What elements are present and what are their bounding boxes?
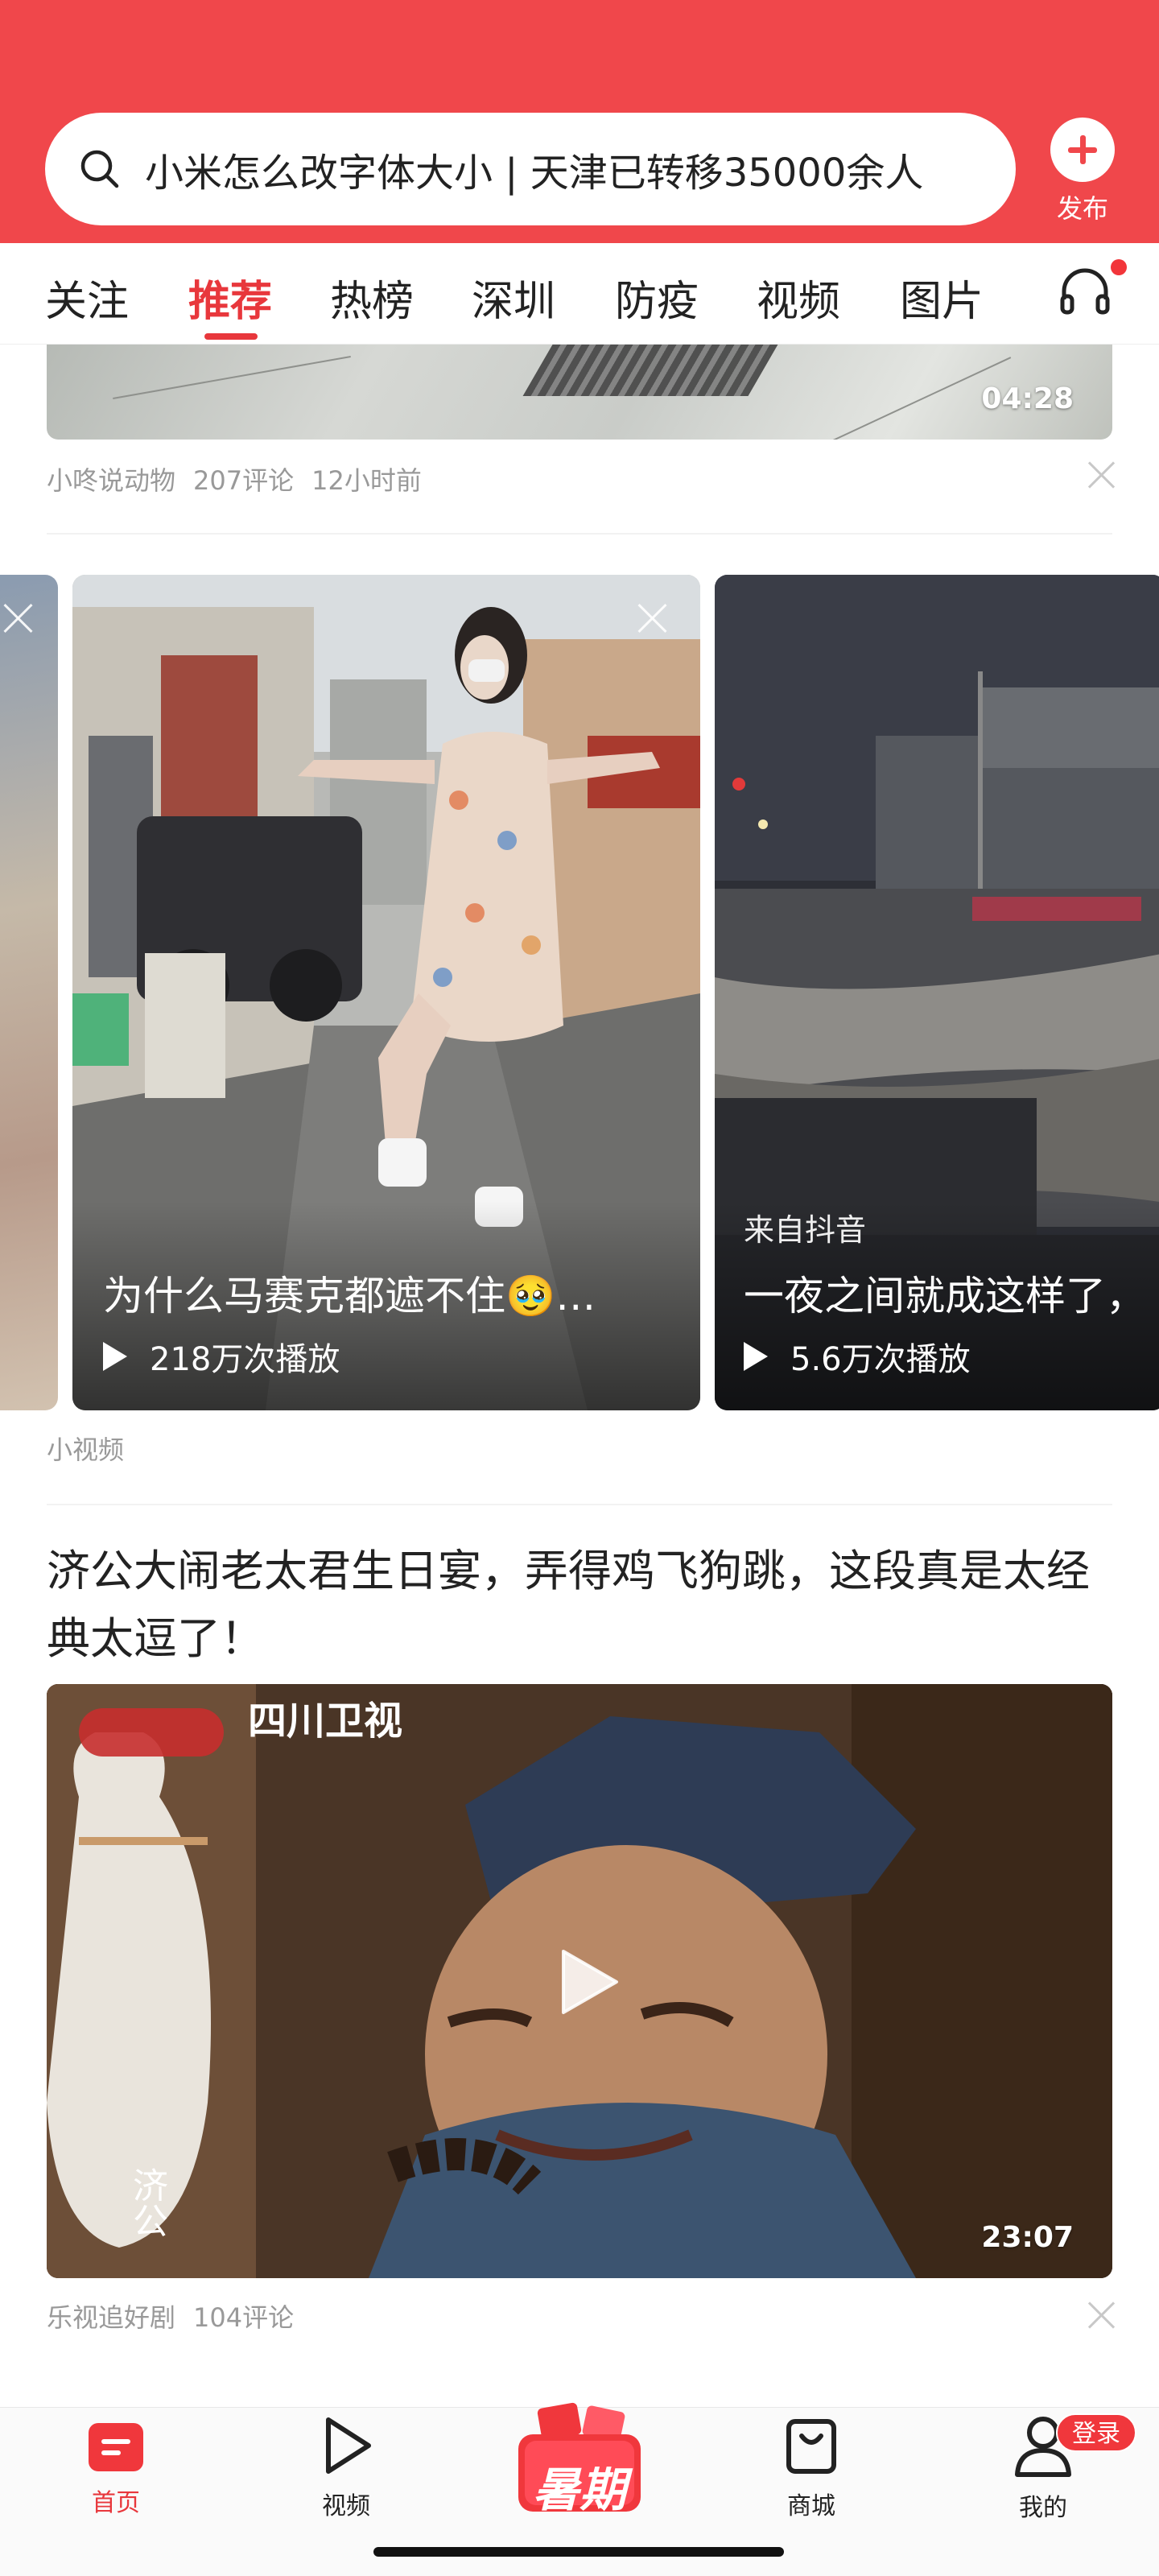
video-caption: 济公 [126,2167,167,2238]
video-duration: 04:28 [981,382,1074,415]
play-icon[interactable] [547,1943,625,2021]
small-video-card[interactable]: 为什么马赛克都遮不住🥹… 218万次播放 [72,575,700,1410]
plus-icon [1050,118,1115,182]
play-icon [326,2417,371,2474]
video-meta: 小咚说动物 207评论 12小时前 [47,460,439,497]
channel-tabs: 关注 推荐 热榜 深圳 防疫 视频 图片 [0,243,1159,345]
nav-mall[interactable]: 商城 [755,2412,868,2521]
small-video-title: 一夜之间就成这样了， [744,1273,1146,1319]
notification-dot [1111,259,1127,275]
drain-grate [522,345,778,396]
divider [47,1504,1112,1505]
comment-count: 207评论 [193,465,295,496]
dismiss-icon[interactable] [1085,459,1117,491]
nav-label: 商城 [787,2492,835,2520]
source-name: 小咚说动物 [47,465,176,496]
nav-label: 视频 [322,2492,370,2520]
play-icon [744,1342,768,1371]
login-badge[interactable]: 登录 [1056,2413,1136,2452]
dismiss-icon[interactable] [1085,2299,1117,2331]
section-label: 小视频 [47,1435,125,1465]
tab-pictures[interactable]: 图片 [900,267,984,328]
tab-epidemic[interactable]: 防疫 [615,267,699,328]
comment-count: 104评论 [193,2302,295,2333]
shopping-bag-icon [786,2419,836,2474]
headphone-icon[interactable] [1056,262,1114,320]
video-meta: 乐视追好剧 104评论 [47,2297,311,2334]
summer-promo-label: 暑期 [532,2462,626,2517]
publish-label: 发布 [1056,193,1108,224]
home-indicator[interactable] [373,2547,784,2557]
search-query: 小米怎么改字体大小 | 天津已转移35000余人 [145,151,924,196]
tv-watermark: 四川卫视 [248,1699,403,1744]
play-icon [103,1342,127,1371]
publish-time: 12小时前 [311,465,422,496]
nav-video[interactable]: 视频 [290,2412,402,2521]
tab-hot[interactable]: 热榜 [330,267,414,328]
nav-summer-promo[interactable]: 暑期 [507,2402,652,2526]
small-video-card[interactable]: 来自抖音 一夜之间就成这样了， 5.6万次播放 [715,575,1159,1410]
play-count-text: 5.6万次播放 [790,1341,971,1378]
publish-button[interactable]: 发布 [1046,118,1119,225]
active-tab-indicator [204,333,258,340]
tab-video[interactable]: 视频 [757,267,840,328]
close-icon[interactable] [2,602,34,634]
home-icon [89,2423,143,2471]
search-icon [80,150,119,188]
tab-recommend[interactable]: 推荐 [188,267,272,328]
tab-shenzhen[interactable]: 深圳 [472,267,555,328]
play-count: 5.6万次播放 [744,1333,971,1380]
video-thumbnail[interactable]: 四川卫视 济公 23:07 [47,1684,1112,2278]
nav-home[interactable]: 首页 [60,2412,172,2518]
play-count: 218万次播放 [103,1333,340,1380]
tab-follow[interactable]: 关注 [45,267,129,328]
source-name: 乐视追好剧 [47,2302,176,2333]
nav-label: 我的 [1019,2494,1067,2522]
video-thumbnail[interactable]: 04:28 [47,345,1112,440]
close-icon[interactable] [636,602,668,634]
article-title[interactable]: 济公大闹老太君生日宴，弄得鸡飞狗跳，这段真是太经典太逗了！ [47,1538,1117,1673]
video-duration: 23:07 [981,2221,1074,2254]
nav-label: 首页 [92,2489,140,2517]
play-count-text: 218万次播放 [150,1341,340,1378]
small-video-title: 为什么马赛克都遮不住🥹… [103,1273,596,1319]
app-header: 小米怎么改字体大小 | 天津已转移35000余人 发布 [0,0,1159,243]
search-bar[interactable]: 小米怎么改字体大小 | 天津已转移35000余人 [45,113,1016,225]
small-video-card-previous[interactable] [0,575,58,1410]
video-source: 来自抖音 [744,1212,867,1248]
divider [47,533,1112,535]
crack-line [113,355,351,400]
